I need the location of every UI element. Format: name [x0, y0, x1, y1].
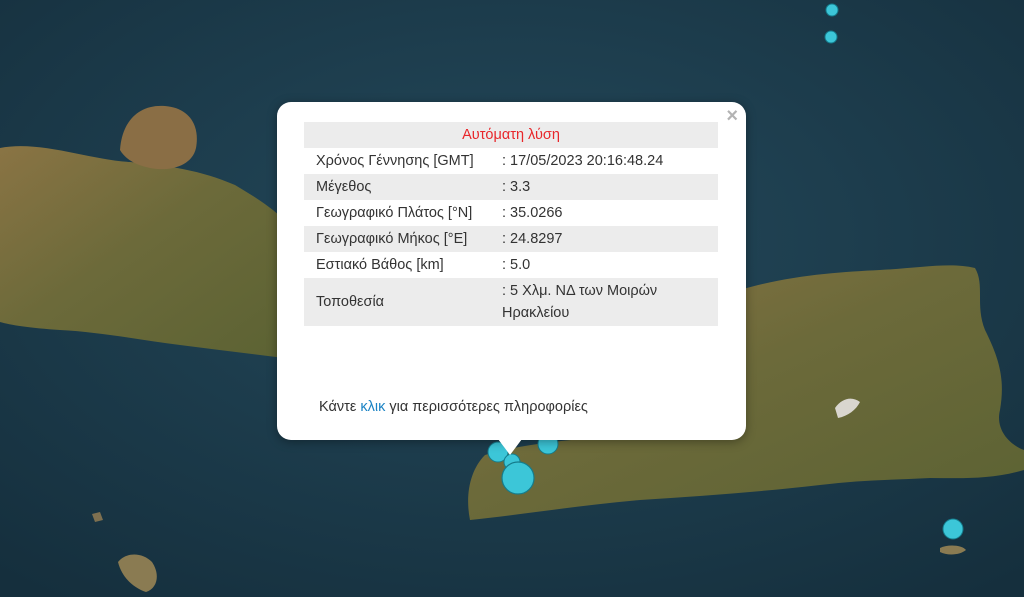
earthquake-marker[interactable] — [825, 3, 839, 17]
depth-label: Εστιακό Βάθος [km] — [316, 257, 444, 273]
location-value: : 5 Χλμ. ΝΔ των Μοιρών Ηρακλείου — [490, 278, 718, 326]
latitude-value: : 35.0266 — [502, 205, 563, 221]
info-row: Εστιακό Βάθος [km] : 5.0 — [304, 252, 718, 278]
origin-time-value: : 17/05/2023 20:16:48.24 — [502, 153, 664, 169]
magnitude-value: : 3.3 — [490, 174, 718, 200]
more-info-text: Κάντε κλικ για περισσότερες πληροφορίες — [319, 399, 588, 415]
popup-pointer — [498, 439, 522, 455]
earthquake-info-table: Αυτόματη λύση Χρόνος Γέννησης [GMT] : 17… — [304, 122, 718, 326]
magnitude-label: Μέγεθος — [304, 174, 490, 200]
longitude-label: Γεωγραφικό Μήκος [°E] — [304, 226, 490, 252]
info-row: Τοποθεσία : 5 Χλμ. ΝΔ των Μοιρών Ηρακλεί… — [304, 278, 718, 326]
depth-value: : 5.0 — [502, 257, 531, 273]
earthquake-marker[interactable] — [824, 30, 838, 44]
earthquake-marker[interactable] — [942, 518, 964, 540]
origin-time-label: Χρόνος Γέννησης [GMT] — [316, 153, 474, 169]
more-info-link[interactable]: κλικ — [360, 399, 385, 415]
popup-title: Αυτόματη λύση — [304, 122, 718, 148]
latitude-label: Γεωγραφικό Πλάτος [°N] — [316, 205, 473, 221]
info-row: Μέγεθος : 3.3 — [304, 174, 718, 200]
info-row: Γεωγραφικό Μήκος [°E] : 24.8297 — [304, 226, 718, 252]
info-row: Γεωγραφικό Πλάτος [°N] : 35.0266 — [304, 200, 718, 226]
close-icon[interactable]: × — [726, 106, 738, 126]
earthquake-popup: × Αυτόματη λύση Χρόνος Γέννησης [GMT] : … — [277, 102, 746, 440]
longitude-value: : 24.8297 — [490, 226, 718, 252]
earthquake-marker-selected[interactable] — [501, 461, 535, 495]
location-label: Τοποθεσία — [304, 278, 490, 326]
info-row: Χρόνος Γέννησης [GMT] : 17/05/2023 20:16… — [304, 148, 718, 174]
more-info-prefix: Κάντε — [319, 399, 361, 415]
more-info-suffix: για περισσότερες πληροφορίες — [385, 399, 588, 415]
